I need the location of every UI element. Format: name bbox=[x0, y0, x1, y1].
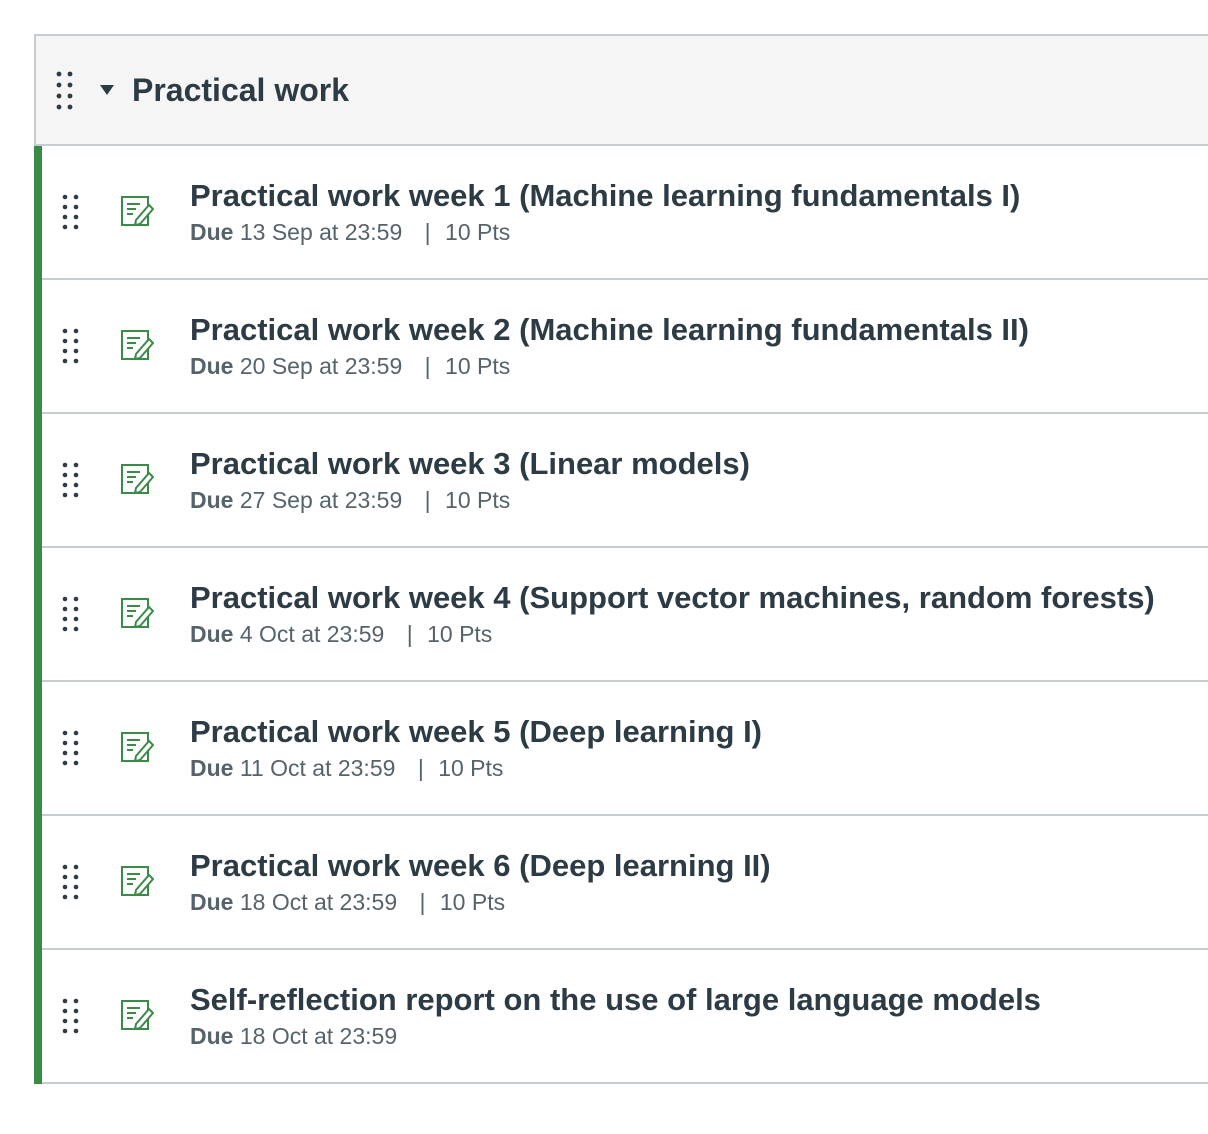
due-label: Due bbox=[190, 621, 234, 647]
module-item[interactable]: Practical work week 1 (Machine learning … bbox=[34, 146, 1208, 280]
due-label: Due bbox=[190, 353, 234, 379]
item-title-link[interactable]: Self-reflection report on the use of lar… bbox=[190, 980, 1041, 1020]
due-date: 11 Oct at 23:59 bbox=[239, 755, 396, 781]
module-item[interactable]: Practical work week 3 (Linear models) Du… bbox=[34, 414, 1208, 548]
points: 10 Pts bbox=[427, 621, 493, 647]
drag-handle-icon[interactable] bbox=[61, 998, 81, 1034]
due-label: Due bbox=[190, 219, 234, 245]
item-meta: Due 18 Oct at 23:59 | 10 Pts bbox=[190, 888, 771, 916]
meta-separator: | bbox=[424, 353, 431, 379]
module-practical-work: Practical work Practical work week 1 (Ma… bbox=[34, 34, 1208, 1084]
points: 10 Pts bbox=[445, 487, 511, 513]
assignment-icon bbox=[120, 729, 155, 765]
due-label: Due bbox=[190, 889, 234, 915]
module-title[interactable]: Practical work bbox=[132, 72, 349, 109]
item-meta: Due 11 Oct at 23:59 | 10 Pts bbox=[190, 754, 762, 782]
item-meta: Due 18 Oct at 23:59 bbox=[190, 1022, 1041, 1050]
drag-handle-icon[interactable] bbox=[61, 328, 81, 364]
meta-separator: | bbox=[417, 755, 424, 781]
assignment-icon bbox=[120, 327, 155, 363]
due-date: 18 Oct at 23:59 bbox=[239, 889, 398, 915]
item-title-link[interactable]: Practical work week 2 (Machine learning … bbox=[190, 310, 1029, 350]
points: 10 Pts bbox=[438, 755, 504, 781]
module-item[interactable]: Self-reflection report on the use of lar… bbox=[34, 950, 1208, 1084]
item-title-link[interactable]: Practical work week 6 (Deep learning II) bbox=[190, 846, 771, 886]
item-meta: Due 20 Sep at 23:59 | 10 Pts bbox=[190, 352, 1029, 380]
drag-handle-icon[interactable] bbox=[54, 70, 76, 110]
due-label: Due bbox=[190, 487, 234, 513]
meta-separator: | bbox=[406, 621, 413, 647]
points: 10 Pts bbox=[445, 219, 511, 245]
meta-separator: | bbox=[419, 889, 426, 915]
assignment-icon bbox=[120, 863, 155, 899]
points: 10 Pts bbox=[445, 353, 511, 379]
module-items-list: Practical work week 1 (Machine learning … bbox=[34, 146, 1208, 1084]
due-date: 13 Sep at 23:59 bbox=[239, 219, 403, 245]
module-header[interactable]: Practical work bbox=[36, 36, 1208, 146]
assignment-icon bbox=[120, 461, 155, 497]
item-meta: Due 27 Sep at 23:59 | 10 Pts bbox=[190, 486, 750, 514]
module-item[interactable]: Practical work week 2 (Machine learning … bbox=[34, 280, 1208, 414]
assignment-icon bbox=[120, 595, 155, 631]
drag-handle-icon[interactable] bbox=[61, 194, 81, 230]
assignment-icon bbox=[120, 997, 155, 1033]
meta-separator: | bbox=[424, 219, 431, 245]
drag-handle-icon[interactable] bbox=[61, 462, 81, 498]
drag-handle-icon[interactable] bbox=[61, 596, 81, 632]
item-meta: Due 13 Sep at 23:59 | 10 Pts bbox=[190, 218, 1020, 246]
due-date: 4 Oct at 23:59 bbox=[239, 621, 385, 647]
item-title-link[interactable]: Practical work week 3 (Linear models) bbox=[190, 444, 750, 484]
due-date: 27 Sep at 23:59 bbox=[239, 487, 403, 513]
due-date: 20 Sep at 23:59 bbox=[239, 353, 403, 379]
module-item[interactable]: Practical work week 6 (Deep learning II)… bbox=[34, 816, 1208, 950]
due-label: Due bbox=[190, 755, 234, 781]
item-meta: Due 4 Oct at 23:59 | 10 Pts bbox=[190, 620, 1155, 648]
assignment-icon bbox=[120, 193, 155, 229]
points: 10 Pts bbox=[439, 889, 506, 915]
item-title-link[interactable]: Practical work week 1 (Machine learning … bbox=[190, 176, 1020, 216]
drag-handle-icon[interactable] bbox=[61, 730, 81, 766]
item-title-link[interactable]: Practical work week 5 (Deep learning I) bbox=[190, 712, 762, 752]
due-date: 18 Oct at 23:59 bbox=[239, 1023, 398, 1049]
drag-handle-icon[interactable] bbox=[61, 864, 81, 900]
item-title-link[interactable]: Practical work week 4 (Support vector ma… bbox=[190, 578, 1155, 618]
module-item[interactable]: Practical work week 4 (Support vector ma… bbox=[34, 548, 1208, 682]
due-label: Due bbox=[190, 1023, 234, 1049]
module-item[interactable]: Practical work week 5 (Deep learning I) … bbox=[34, 682, 1208, 816]
meta-separator: | bbox=[424, 487, 431, 513]
collapse-caret-icon[interactable] bbox=[100, 85, 114, 95]
